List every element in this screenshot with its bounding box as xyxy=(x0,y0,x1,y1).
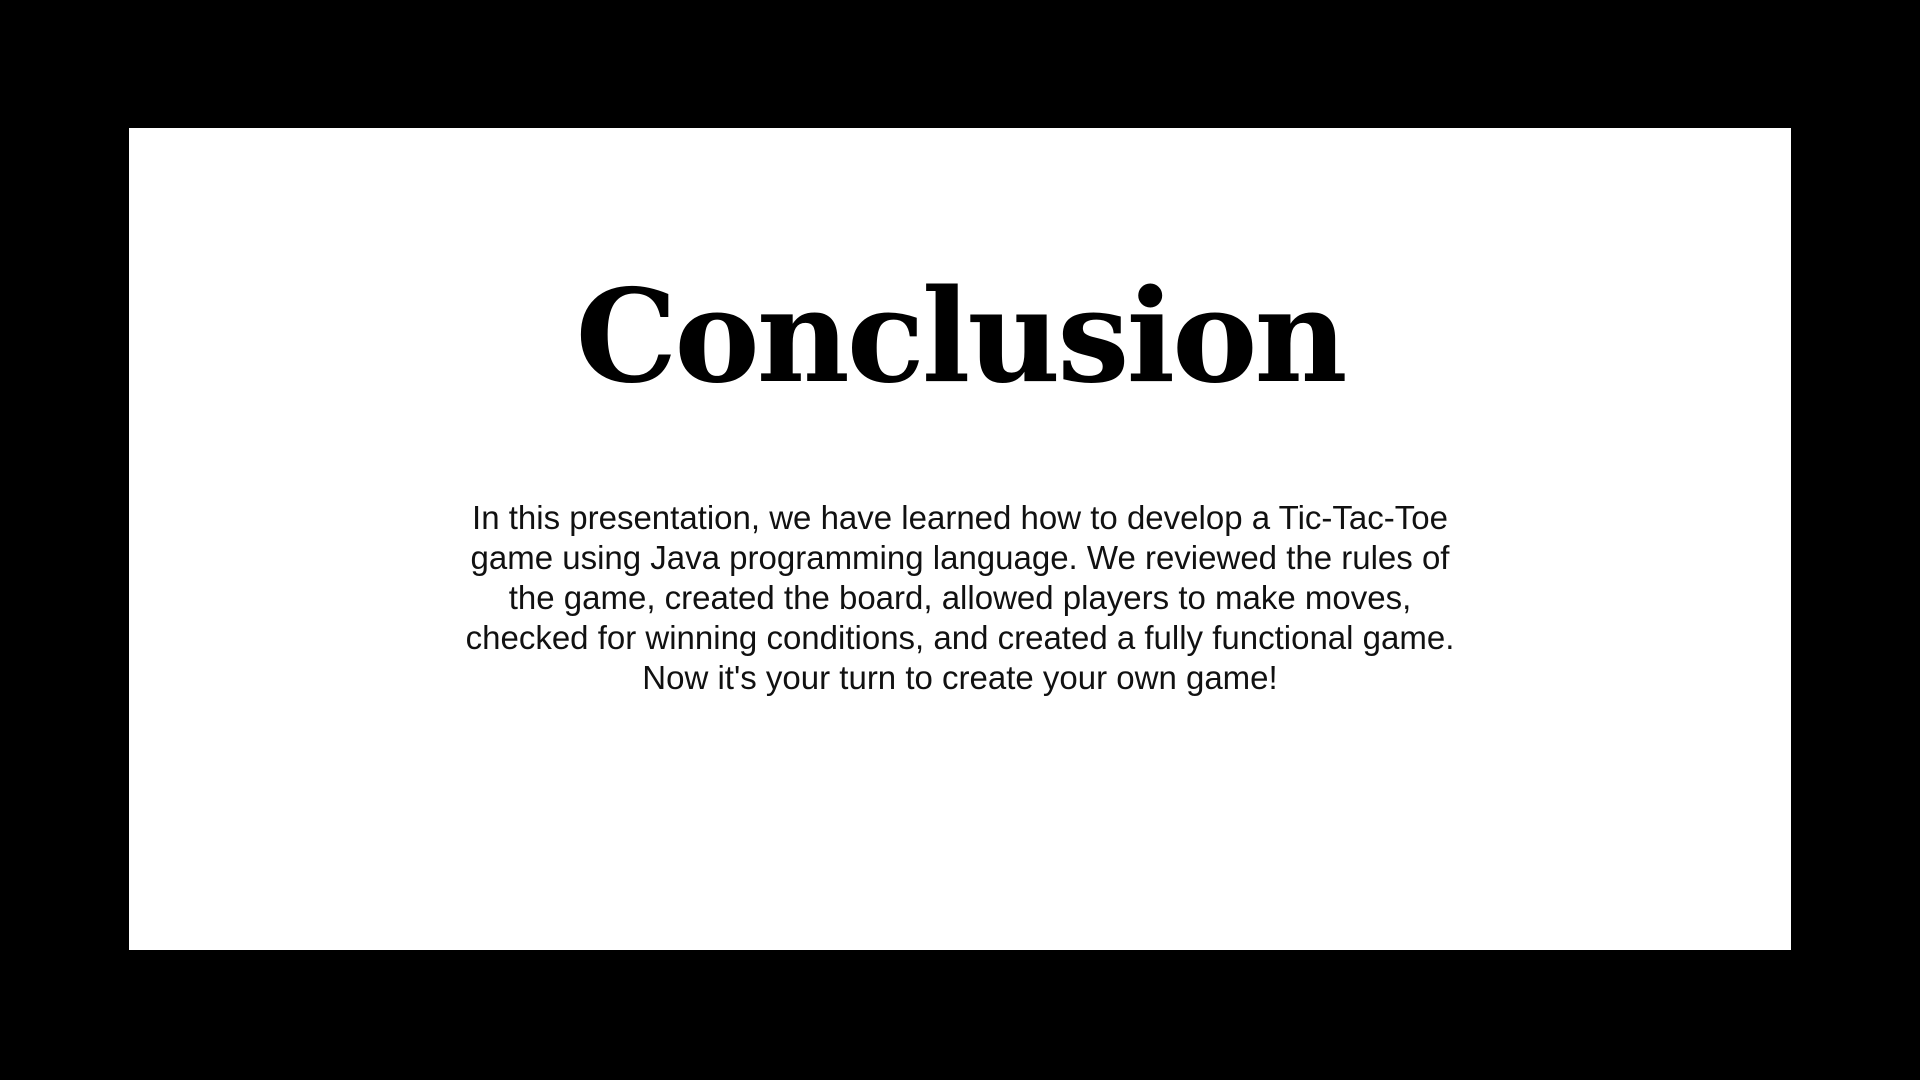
slide-body-text: In this presentation, we have learned ho… xyxy=(465,499,1455,696)
slide: Conclusion In this presentation, we have… xyxy=(0,0,1920,1080)
slide-title: Conclusion xyxy=(575,262,1347,412)
